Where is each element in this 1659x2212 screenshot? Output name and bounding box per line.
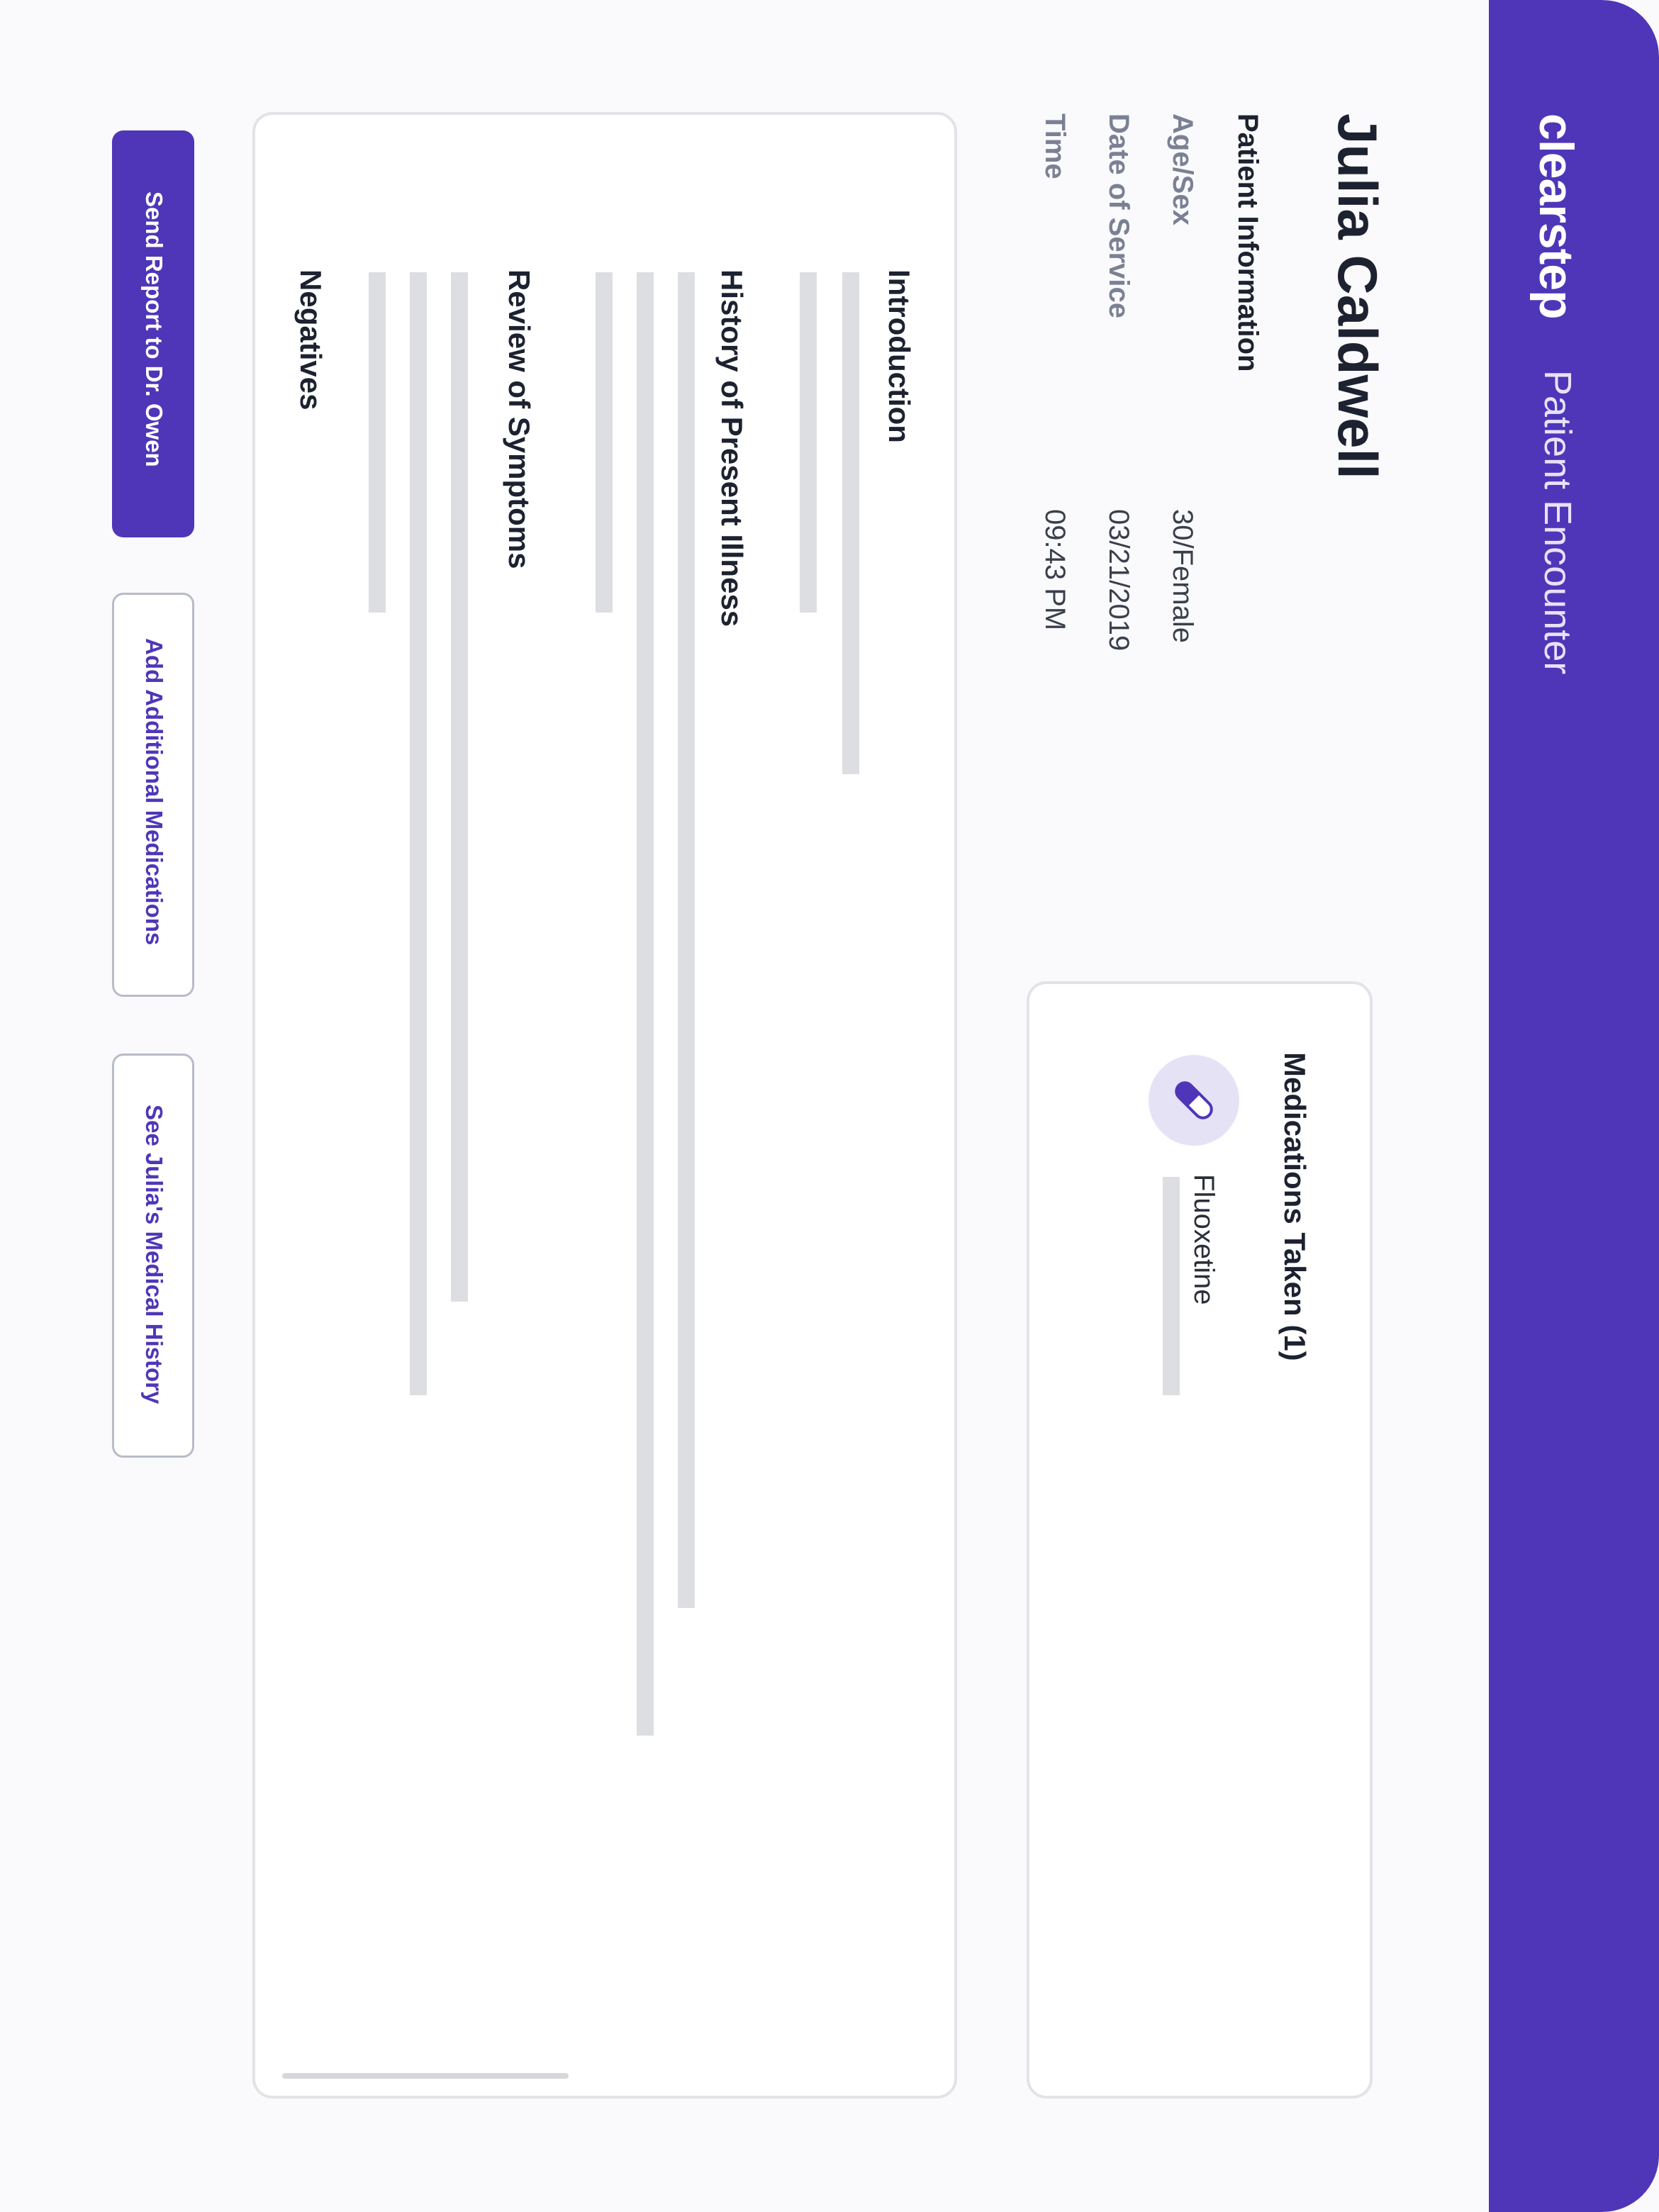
section-history-present-illness: History of Present Illness xyxy=(715,269,749,627)
scrollbar[interactable] xyxy=(282,2073,569,2079)
time-label: Time xyxy=(1039,113,1071,179)
date-of-service-label: Date of Service xyxy=(1103,113,1134,319)
text-placeholder xyxy=(842,272,859,774)
text-placeholder xyxy=(637,272,654,1736)
medications-card xyxy=(1027,981,1373,2099)
text-placeholder xyxy=(410,272,427,1395)
text-placeholder xyxy=(800,272,817,613)
text-placeholder xyxy=(596,272,613,613)
section-negatives: Negatives xyxy=(294,269,328,410)
page-subtitle: Patient Encounter xyxy=(1536,370,1579,675)
text-placeholder xyxy=(369,272,386,613)
age-sex-value: 30/Female xyxy=(1167,509,1198,643)
medication-detail-placeholder xyxy=(1163,1177,1180,1395)
patient-name: Julia Caldwell xyxy=(1326,113,1389,479)
pill-icon xyxy=(1175,1081,1213,1119)
text-placeholder xyxy=(678,272,695,1608)
header-banner xyxy=(1489,0,1659,2212)
send-report-label: Send Report to Dr. Owen xyxy=(141,191,167,467)
patient-encounter-page: clearstep Patient Encounter Julia Caldwe… xyxy=(0,0,1659,2212)
add-medications-label: Add Additional Medications xyxy=(141,638,167,946)
brand-logo: clearstep xyxy=(1529,113,1583,319)
section-introduction: Introduction xyxy=(883,269,916,443)
age-sex-label: Age/Sex xyxy=(1167,113,1198,225)
medical-history-label: See Julia's Medical History xyxy=(141,1105,167,1404)
patient-info-title: Patient Information xyxy=(1232,113,1263,372)
section-review-of-symptoms: Review of Symptoms xyxy=(503,269,536,569)
medication-avatar xyxy=(1149,1055,1239,1146)
time-value: 09:43 PM xyxy=(1039,509,1071,631)
medication-name: Fluoxetine xyxy=(1188,1174,1219,1305)
text-placeholder xyxy=(451,272,468,1302)
date-of-service-value: 03/21/2019 xyxy=(1103,509,1134,652)
medications-title: Medications Taken (1) xyxy=(1278,1052,1312,1361)
